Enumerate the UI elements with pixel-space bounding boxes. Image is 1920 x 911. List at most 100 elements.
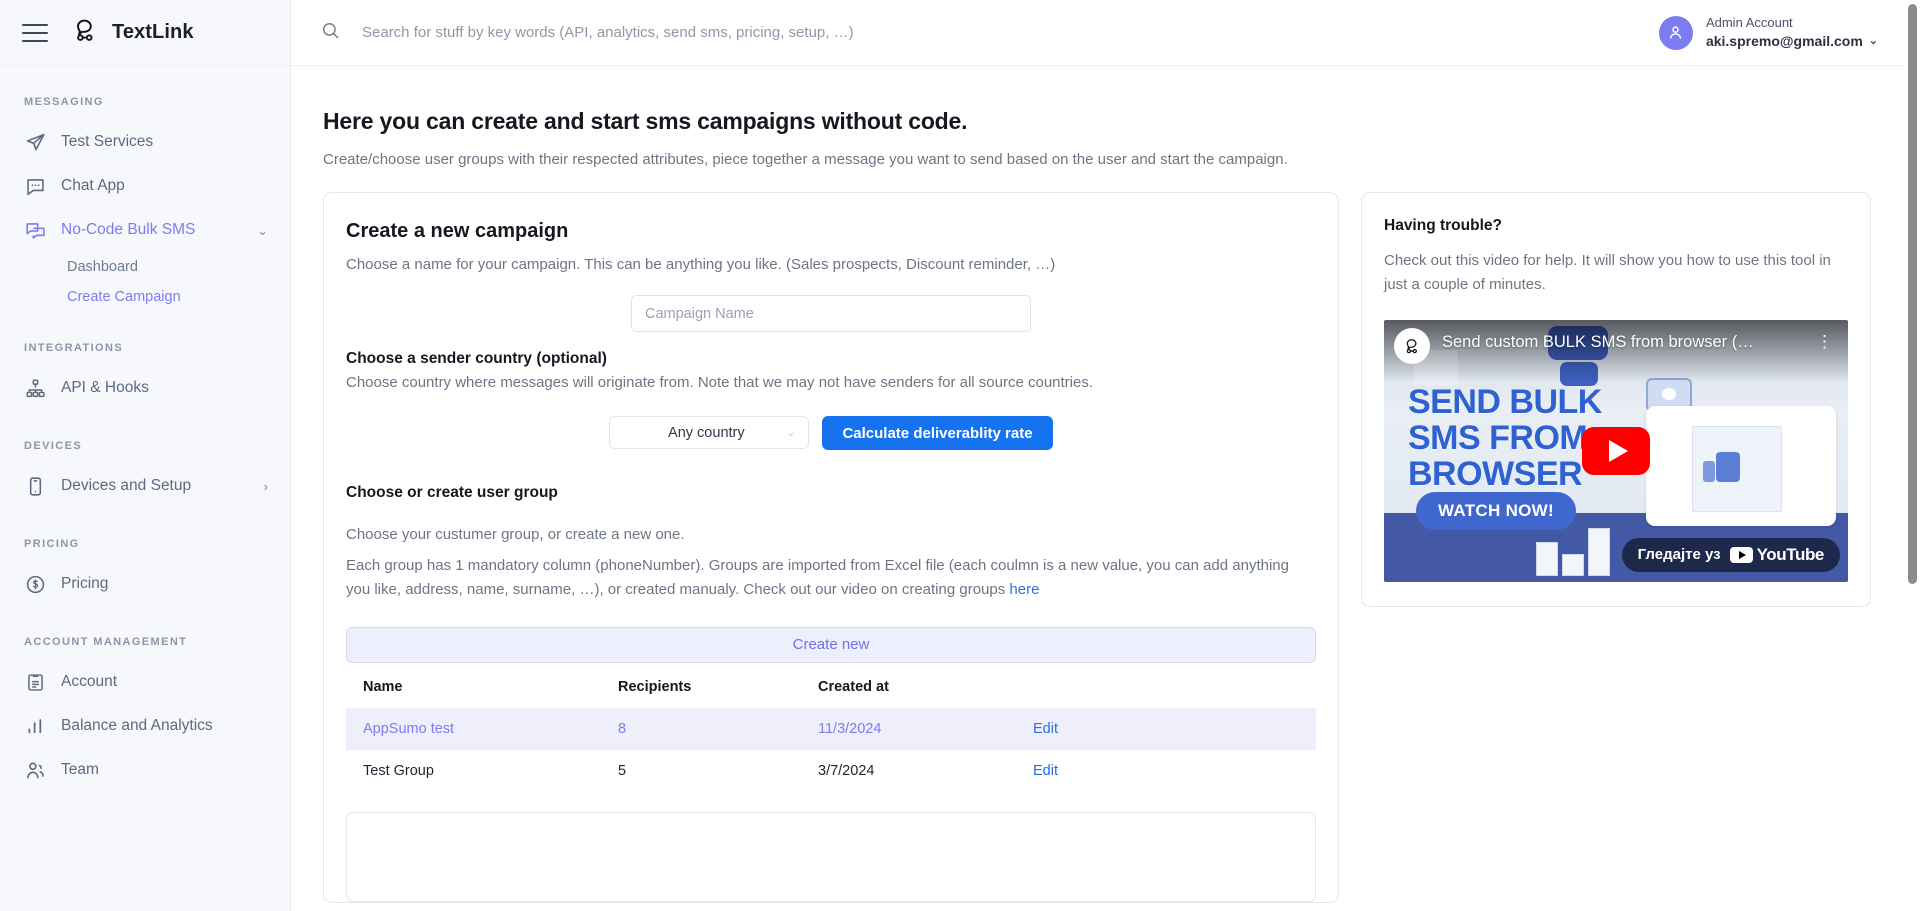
video-title[interactable]: Send custom BULK SMS from browser (…: [1442, 333, 1802, 352]
account-menu[interactable]: Admin Account aki.spremo@gmail.com ⌄: [1659, 14, 1902, 50]
chat-icon: [24, 175, 46, 197]
chevron-down-icon: ⌄: [786, 426, 795, 439]
edit-group-link[interactable]: Edit: [1033, 763, 1058, 779]
sidebar-group-devices-label: DEVICES: [0, 440, 290, 452]
sidebar-item-label: No-Code Bulk SMS: [61, 221, 242, 239]
avatar: [1659, 16, 1693, 50]
message-composer-panel[interactable]: [346, 812, 1316, 902]
youtube-logo-icon: YouTube: [1730, 545, 1824, 565]
sidebar-item-label: Devices and Setup: [61, 477, 249, 495]
sidebar-item-devices-and-setup[interactable]: Devices and Setup ›: [0, 464, 290, 508]
account-name: Admin Account: [1706, 14, 1878, 32]
columns: Create a new campaign Choose a name for …: [323, 192, 1886, 903]
account-email: aki.spremo@gmail.com: [1706, 32, 1863, 51]
sidebar-item-no-code-bulk-sms[interactable]: No-Code Bulk SMS ⌄: [0, 208, 290, 252]
sidebar-item-label: Account: [61, 673, 268, 691]
page-title: Here you can create and start sms campai…: [323, 108, 1886, 135]
help-title: Having trouble?: [1384, 217, 1848, 235]
column-header-actions: [1033, 677, 1316, 708]
edit-group-link[interactable]: Edit: [1033, 721, 1058, 737]
video-headline-line: SMS FROM: [1408, 420, 1602, 456]
sidebar-header: TextLink: [0, 0, 290, 66]
chevron-right-icon[interactable]: ›: [264, 480, 268, 493]
sidebar-item-test-services[interactable]: Test Services: [0, 120, 290, 164]
sidebar-item-balance-and-analytics[interactable]: Balance and Analytics: [0, 704, 290, 748]
bar-chart-icon: [24, 715, 46, 737]
page-scrollbar-track[interactable]: [1905, 0, 1920, 911]
watch-on-youtube-button[interactable]: Гледајте уз YouTube: [1622, 538, 1840, 572]
page-scrollbar-thumb[interactable]: [1908, 4, 1917, 584]
search-bar[interactable]: [321, 21, 1659, 45]
page-subtitle: Create/choose user groups with their res…: [323, 151, 1886, 168]
chevron-down-icon[interactable]: ⌄: [1869, 34, 1878, 49]
sidebar-item-chat-app[interactable]: Chat App: [0, 164, 290, 208]
sidebar-item-label: API & Hooks: [61, 379, 268, 397]
account-email-row: aki.spremo@gmail.com ⌄: [1706, 32, 1878, 51]
campaign-name-input[interactable]: [631, 295, 1031, 332]
thumbs-up-icon: [1716, 452, 1740, 482]
textlink-logo-icon: [70, 15, 100, 50]
sender-country-controls: Any country ⌄ Calculate deliverablity ra…: [324, 416, 1338, 450]
help-video-player[interactable]: Send custom BULK SMS from browser (… ⋮ S…: [1384, 320, 1848, 582]
device-illustration: [1646, 406, 1836, 526]
column-header-recipients: Recipients: [618, 677, 818, 708]
table-body: AppSumo test 8 11/3/2024 Edit Test Group…: [346, 708, 1316, 792]
column-header-name: Name: [346, 677, 618, 708]
channel-avatar-icon[interactable]: [1394, 328, 1430, 364]
section-title: Create a new campaign: [324, 220, 1338, 243]
users-icon: [24, 759, 46, 781]
sidebar-group-pricing-label: PRICING: [0, 538, 290, 550]
sidebar-item-team[interactable]: Team: [0, 748, 290, 792]
send-icon: [24, 131, 46, 153]
sender-country-description: Choose country where messages will origi…: [324, 374, 1338, 391]
youtube-play-mark: [1730, 547, 1753, 563]
video-cta-badge: WATCH NOW!: [1416, 492, 1576, 530]
create-new-group-button[interactable]: Create new: [346, 627, 1316, 663]
table-header-row: Name Recipients Created at: [346, 677, 1316, 708]
sidebar-item-label: Chat App: [61, 177, 268, 195]
search-input[interactable]: [362, 24, 1002, 41]
user-groups-table: Name Recipients Created at AppSumo test …: [346, 677, 1316, 792]
bulk-sms-icon: [24, 219, 46, 241]
page-content: Here you can create and start sms campai…: [291, 66, 1920, 911]
video-headline-line: SEND BULK: [1408, 384, 1602, 420]
brand-name: TextLink: [112, 21, 194, 44]
sidebar-item-pricing[interactable]: Pricing: [0, 562, 290, 606]
cell-created-at: 11/3/2024: [818, 708, 1033, 750]
sidebar-subitem-create-campaign[interactable]: Create Campaign: [0, 282, 290, 312]
help-description: Check out this video for help. It will s…: [1384, 249, 1848, 298]
topbar: Admin Account aki.spremo@gmail.com ⌄: [291, 0, 1920, 66]
sidebar-group-messaging-label: MESSAGING: [0, 96, 290, 108]
cell-recipients: 5: [618, 750, 818, 792]
sidebar-item-label: Team: [61, 761, 268, 779]
play-button-icon[interactable]: [1582, 427, 1650, 475]
campaign-name-row: [324, 295, 1338, 332]
user-group-heading: Choose or create user group: [324, 484, 1338, 502]
sidebar-group-integrations-label: INTEGRATIONS: [0, 342, 290, 354]
table-row[interactable]: AppSumo test 8 11/3/2024 Edit: [346, 708, 1316, 750]
sidebar-group-account-management-label: ACCOUNT MANAGEMENT: [0, 636, 290, 648]
dollar-circle-icon: [24, 573, 46, 595]
more-options-icon[interactable]: ⋮: [1816, 332, 1834, 352]
video-here-link[interactable]: here: [1009, 581, 1039, 598]
help-card: Having trouble? Check out this video for…: [1361, 192, 1871, 607]
chevron-down-icon[interactable]: ⌄: [257, 224, 268, 237]
cell-recipients: 8: [618, 708, 818, 750]
clipboard-icon: [24, 671, 46, 693]
country-select-value: Any country: [626, 425, 786, 441]
sidebar-item-api-and-hooks[interactable]: API & Hooks: [0, 366, 290, 410]
search-icon: [321, 21, 340, 45]
brand-logo[interactable]: TextLink: [70, 15, 194, 50]
cell-group-name: AppSumo test: [346, 708, 618, 750]
section-description: Choose a name for your campaign. This ca…: [324, 256, 1338, 273]
calculate-deliverability-button[interactable]: Calculate deliverablity rate: [822, 416, 1052, 450]
sidebar-item-account[interactable]: Account: [0, 660, 290, 704]
country-select[interactable]: Any country ⌄: [609, 416, 809, 449]
sidebar: TextLink MESSAGING Test Services: [0, 0, 291, 911]
cell-created-at: 3/7/2024: [818, 750, 1033, 792]
watch-label: Гледајте уз: [1638, 546, 1721, 563]
hamburger-menu-icon[interactable]: [22, 24, 48, 42]
table-row[interactable]: Test Group 5 3/7/2024 Edit: [346, 750, 1316, 792]
phone-icon: [24, 475, 46, 497]
sidebar-subitem-dashboard[interactable]: Dashboard: [0, 252, 290, 282]
